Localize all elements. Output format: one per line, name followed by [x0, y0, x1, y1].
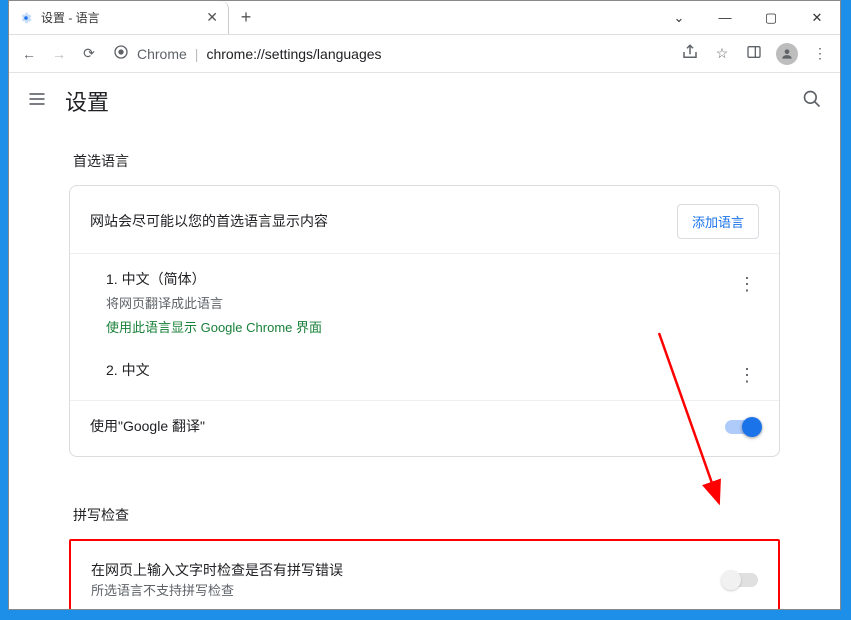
search-icon[interactable]: [802, 89, 822, 114]
language-detail: 将网页翻译成此语言: [106, 296, 223, 311]
chrome-menu-icon[interactable]: ⋮: [810, 45, 830, 62]
language-menu-icon[interactable]: ⋮: [735, 268, 759, 295]
back-button[interactable]: ←: [19, 46, 39, 62]
url-path: chrome://settings/languages: [206, 46, 381, 62]
language-index: 1.: [106, 271, 118, 287]
language-name: 中文: [122, 362, 150, 378]
language-index: 2.: [106, 362, 118, 378]
add-language-button[interactable]: 添加语言: [677, 204, 759, 239]
omnibox[interactable]: Chrome | chrome://settings/languages: [109, 40, 670, 68]
reload-button[interactable]: ⟳: [79, 45, 99, 62]
window-minimize-icon[interactable]: —: [702, 1, 748, 34]
forward-button[interactable]: →: [49, 46, 69, 62]
google-translate-toggle[interactable]: [725, 420, 759, 434]
settings-favicon: [19, 11, 33, 25]
chrome-window: 设置 - 语言 ✕ + ⌄ — ▢ ✕ ← → ⟳ Chrome | chrom…: [8, 0, 841, 610]
window-controls: ⌄ — ▢ ✕: [656, 1, 840, 34]
preferred-description: 网站会尽可能以您的首选语言显示内容: [90, 210, 665, 232]
spellcheck-toggle: [724, 573, 758, 587]
spellcheck-card: 在网页上输入文字时检查是否有拼写错误 所选语言不支持拼写检查: [69, 539, 780, 609]
preferred-languages-card: 网站会尽可能以您的首选语言显示内容 添加语言 1. 中文（简体） 将网页翻译成此…: [69, 185, 780, 457]
language-item: 2. 中文 ⋮: [70, 349, 779, 396]
tab-title: 设置 - 语言: [41, 9, 198, 26]
spellcheck-label: 拼写检查: [73, 505, 780, 525]
share-icon[interactable]: [680, 43, 700, 64]
language-ui-note: 使用此语言显示 Google Chrome 界面: [106, 320, 322, 335]
window-dropdown-icon[interactable]: ⌄: [656, 1, 702, 34]
bookmark-icon[interactable]: ☆: [712, 45, 732, 62]
profile-avatar[interactable]: [776, 43, 798, 65]
window-close-icon[interactable]: ✕: [794, 1, 840, 34]
address-bar: ← → ⟳ Chrome | chrome://settings/languag…: [9, 35, 840, 73]
tab-close-icon[interactable]: ✕: [206, 9, 218, 26]
settings-content: 设置 首选语言 网站会尽可能以您的首选语言显示内容 添加语言 1. 中文（简体）: [9, 73, 840, 609]
spellcheck-subtitle: 所选语言不支持拼写检查: [91, 581, 712, 602]
new-tab-button[interactable]: +: [229, 1, 263, 34]
language-item: 1. 中文（简体） 将网页翻译成此语言 使用此语言显示 Google Chrom…: [70, 258, 779, 349]
preferred-languages-label: 首选语言: [73, 151, 780, 171]
window-maximize-icon[interactable]: ▢: [748, 1, 794, 34]
url-host: Chrome: [137, 46, 187, 62]
settings-header: 设置: [9, 73, 840, 129]
menu-icon[interactable]: [27, 89, 47, 114]
browser-tab[interactable]: 设置 - 语言 ✕: [9, 1, 229, 34]
google-translate-label: 使用"Google 翻译": [90, 415, 713, 437]
language-name: 中文（简体）: [122, 271, 206, 287]
site-info-icon[interactable]: [113, 44, 129, 63]
page-title: 设置: [65, 85, 109, 117]
spellcheck-title: 在网页上输入文字时检查是否有拼写错误: [91, 559, 712, 581]
titlebar: 设置 - 语言 ✕ + ⌄ — ▢ ✕: [9, 1, 840, 35]
side-panel-icon[interactable]: [744, 44, 764, 63]
language-menu-icon[interactable]: ⋮: [735, 359, 759, 386]
